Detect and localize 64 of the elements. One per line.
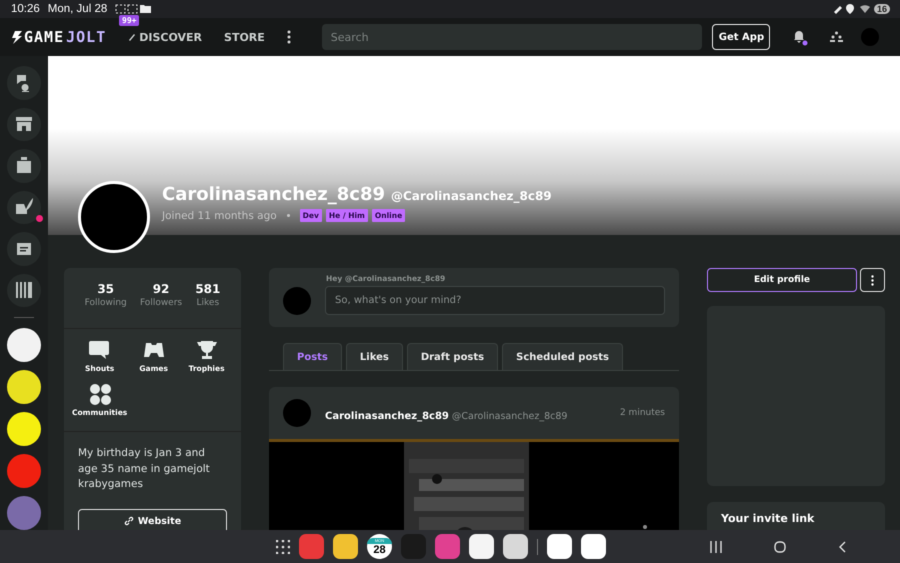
stat-value[interactable]: 35 (97, 282, 114, 296)
sidebar-item[interactable] (7, 190, 41, 224)
communities-icon (88, 383, 111, 405)
nav-link[interactable]: DISCOVER (128, 30, 202, 44)
joined-date: Joined 11 months ago (162, 210, 277, 222)
notification-count: 99+ (119, 15, 140, 26)
post-handle[interactable]: @Carolinasanchez_8c89 (452, 410, 568, 422)
post-author[interactable]: Carolinasanchez_8c89 (325, 410, 449, 422)
app-icon[interactable] (333, 534, 358, 559)
profile-bio: My birthday is Jan 3 and age 35 name in gamejolt krabygames (77, 446, 211, 492)
back-icon[interactable] (838, 540, 846, 552)
sidebar-item[interactable] (7, 232, 41, 266)
stat-label[interactable]: Followers (140, 298, 182, 308)
edit-profile-button[interactable]: Edit profile (707, 268, 857, 292)
community-avatar[interactable] (7, 370, 41, 404)
profile-tab[interactable]: Draft posts (406, 343, 498, 370)
app-icon[interactable] (469, 534, 494, 559)
app-icon[interactable] (581, 534, 606, 559)
sidebar-item[interactable] (7, 149, 41, 182)
people-icon[interactable] (830, 31, 843, 43)
trophies-icon (196, 339, 218, 361)
backpack-icon (14, 156, 34, 176)
pen-icon (128, 33, 136, 41)
stat-label[interactable]: Following (84, 298, 127, 308)
invite-title: Your invite link (721, 512, 814, 525)
logo-text[interactable]: GAME (24, 28, 64, 46)
stat-value[interactable]: 581 (195, 282, 220, 296)
post-time: 2 minutes (620, 408, 665, 418)
nav-link[interactable]: STORE (224, 30, 265, 44)
post-input-field[interactable]: So, what's on your mind? (325, 286, 665, 315)
community-avatar[interactable] (7, 328, 41, 362)
profile-handle: @Carolinasanchez_8c89 (391, 189, 552, 203)
community-avatar[interactable] (7, 412, 41, 446)
stat-value[interactable]: 92 (152, 282, 170, 296)
app-drawer-icon[interactable] (276, 540, 290, 554)
lightning-icon (12, 30, 22, 44)
app-icon[interactable] (547, 534, 572, 559)
clock: 10:26 (11, 3, 40, 15)
notification-dot (36, 215, 43, 222)
sidebar-item[interactable] (7, 274, 41, 307)
battery-indicator: 16 (874, 4, 890, 14)
app-icon[interactable] (503, 534, 528, 559)
user-avatar (283, 287, 311, 315)
home-icon[interactable] (774, 540, 786, 552)
profile-tab[interactable]: Posts (283, 343, 342, 370)
profile-tab[interactable]: Scheduled posts (502, 343, 623, 370)
profile-tab[interactable]: Likes (346, 343, 403, 370)
link-icon (124, 516, 134, 526)
shouts-icon (88, 339, 111, 361)
notification-icons (115, 4, 154, 14)
more-icon (871, 274, 874, 286)
more-icon[interactable] (286, 30, 291, 44)
logo-text[interactable]: JOLT (66, 28, 106, 46)
stat-label[interactable]: Likes (196, 298, 220, 308)
sidebar-item[interactable] (7, 66, 41, 100)
library-icon (14, 280, 34, 300)
date: Mon, Jul 28 (48, 3, 108, 15)
profile-name: Carolinasanchez_8c89 (162, 184, 385, 205)
get-app-button[interactable]: Get App (712, 24, 770, 50)
more-button[interactable] (860, 268, 885, 292)
status-icons (832, 4, 871, 14)
search-field[interactable]: Search (322, 24, 702, 50)
recents-icon[interactable] (710, 540, 722, 552)
sidebar-item[interactable] (7, 108, 41, 141)
